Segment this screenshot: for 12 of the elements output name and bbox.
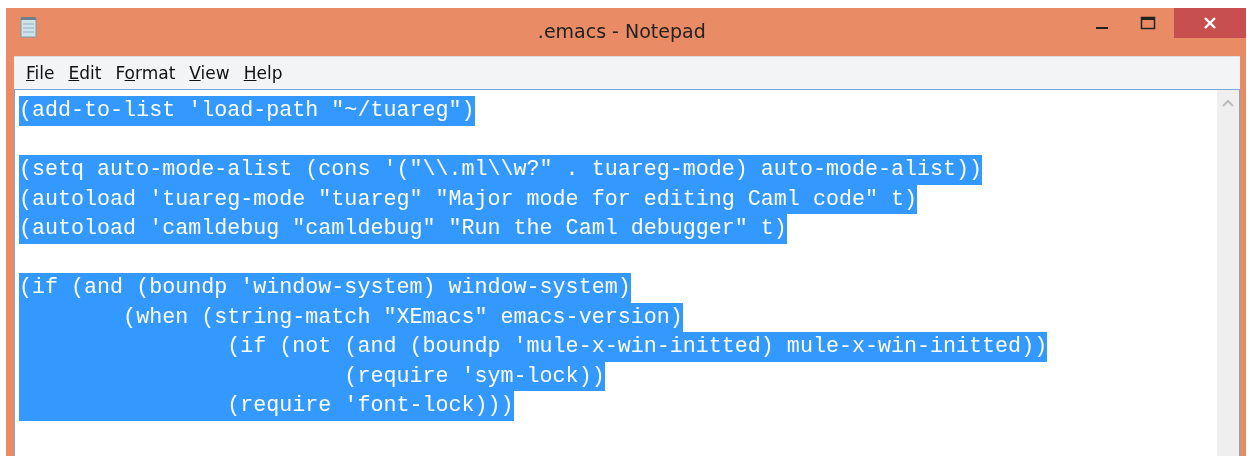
minimize-icon bbox=[1096, 27, 1108, 29]
menu-item[interactable]: Edit bbox=[62, 63, 108, 83]
close-button[interactable] bbox=[1174, 8, 1246, 38]
window-title: .emacs - Notepad bbox=[537, 20, 706, 42]
maximize-icon bbox=[1140, 16, 1156, 30]
menu-item[interactable]: Help bbox=[237, 63, 289, 83]
menu-item[interactable]: Format bbox=[109, 63, 182, 83]
scrollbar[interactable] bbox=[1217, 90, 1239, 456]
menu-item[interactable]: View bbox=[183, 63, 236, 83]
close-icon bbox=[1202, 15, 1218, 31]
menu-item[interactable]: File bbox=[20, 63, 61, 83]
notepad-icon bbox=[20, 16, 38, 38]
